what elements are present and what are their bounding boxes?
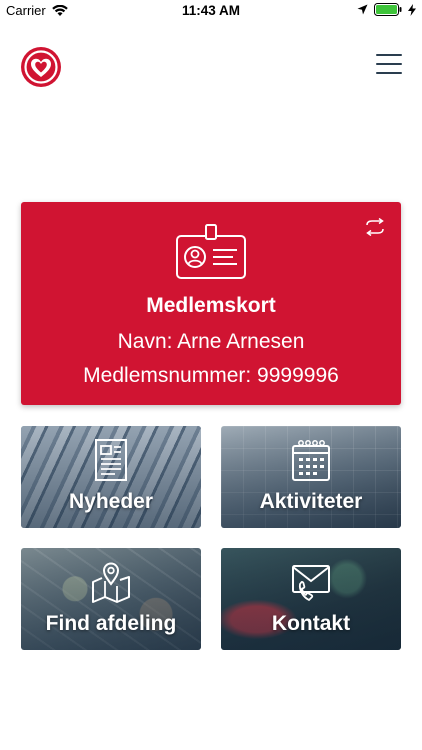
menu-bar-line (376, 63, 402, 65)
map-pin-icon (92, 562, 130, 603)
battery-icon (374, 3, 402, 16)
member-name: Navn: Arne Arnesen (117, 330, 305, 353)
id-badge-icon (176, 224, 246, 279)
nav-bar (0, 22, 422, 110)
location-arrow-icon (357, 4, 368, 15)
charging-bolt-icon (408, 3, 416, 16)
newspaper-icon (95, 439, 127, 481)
menu-bar-line (376, 54, 402, 56)
calendar-icon (292, 440, 330, 481)
member-card[interactable]: Medlemskort Navn: Arne Arnesen Medlemsnu… (21, 202, 401, 405)
hamburger-menu-icon[interactable] (370, 50, 406, 80)
envelope-phone-icon (292, 565, 330, 601)
swap-arrows-icon[interactable] (363, 218, 387, 236)
tile-activities[interactable]: Aktiviteter (221, 426, 401, 528)
status-bar: Carrier 11:43 AM (0, 0, 422, 22)
menu-bar-line (376, 72, 402, 74)
member-number: Medlemsnummer: 9999996 (83, 364, 339, 387)
card-title: Medlemskort (146, 294, 276, 317)
tile-label: Aktiviteter (259, 490, 363, 513)
heart-logo-icon (21, 47, 61, 87)
tile-label: Nyheder (68, 490, 154, 513)
status-right (357, 3, 416, 16)
tile-label: Find afdeling (45, 612, 177, 635)
tile-find-branch[interactable]: Find afdeling (21, 548, 201, 650)
tile-contact[interactable]: Kontakt (221, 548, 401, 650)
tile-news[interactable]: Nyheder (21, 426, 201, 528)
tile-label: Kontakt (271, 612, 351, 635)
